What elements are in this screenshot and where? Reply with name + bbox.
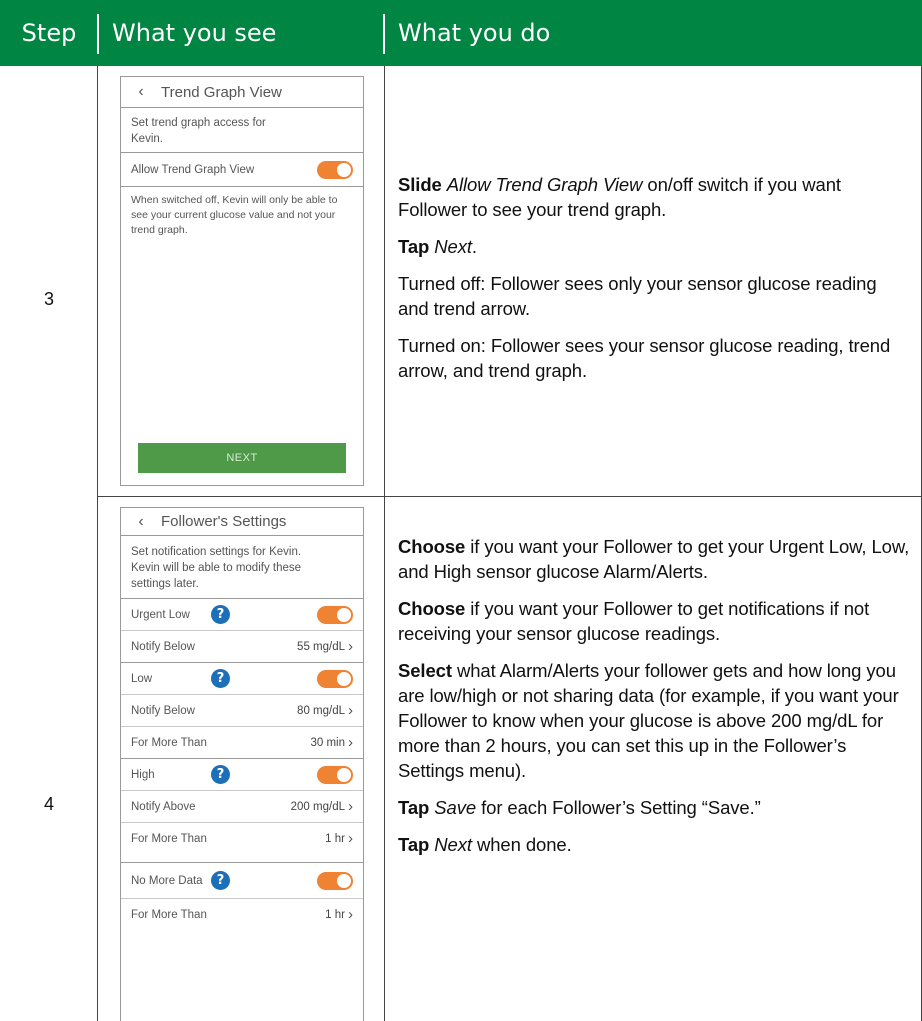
instructions-step-4: Choose if you want your Follower to get …	[398, 534, 910, 869]
toggle-switch-icon[interactable]	[317, 765, 353, 784]
row-divider	[97, 496, 922, 497]
help-icon[interactable]: ?	[211, 871, 230, 890]
step-number: 4	[43, 794, 54, 814]
notify-below-value: 80 mg/dL	[297, 704, 345, 717]
no-more-data-row[interactable]: No More Data?	[121, 862, 363, 898]
instructions-step-3: Slide Allow Trend Graph View on/off swit…	[398, 172, 910, 395]
help-icon[interactable]: ?	[211, 765, 230, 784]
urgent-low-row[interactable]: Urgent Low?	[121, 598, 363, 630]
instruction-verb: Tap	[398, 236, 430, 257]
instruction-text: .	[471, 236, 477, 257]
screen-title-bar: ‹ Follower's Settings	[121, 508, 363, 536]
column-divider	[97, 66, 98, 1021]
urgent-low-notify-row[interactable]: Notify Below 55 mg/dL ›	[121, 630, 363, 662]
instruction-verb: Select	[398, 660, 452, 681]
chevron-right-icon: ›	[348, 702, 353, 719]
high-label-group: High?	[131, 765, 230, 784]
high-notify-row[interactable]: Notify Above 200 mg/dL ›	[121, 790, 363, 822]
no-more-data-label: No More Data	[131, 874, 203, 887]
low-label-group: Low?	[131, 669, 230, 688]
toggle-label: Allow Trend Graph View	[131, 163, 255, 176]
header-divider	[97, 14, 99, 54]
for-more-than-label: For More Than	[131, 908, 207, 921]
chevron-right-icon: ›	[348, 638, 353, 655]
allow-trend-graph-row[interactable]: Allow Trend Graph View	[121, 152, 363, 186]
low-notify-row[interactable]: Notify Below 80 mg/dL ›	[121, 694, 363, 726]
high-duration-row[interactable]: For More Than 1 hr ›	[121, 822, 363, 854]
no-data-duration-row[interactable]: For More Than 1 hr ›	[121, 898, 363, 930]
screen-title: Trend Graph View	[161, 83, 282, 101]
low-label: Low	[131, 672, 153, 685]
help-icon[interactable]: ?	[211, 669, 230, 688]
instruction-verb: Tap	[398, 834, 430, 855]
for-more-than-value: 1 hr	[325, 908, 345, 921]
high-label: High	[131, 768, 155, 781]
toggle-switch-icon[interactable]	[317, 605, 353, 624]
no-more-data-label-group: No More Data?	[131, 871, 230, 890]
instruction-verb: Choose	[398, 536, 466, 557]
screen-note: When switched off, Kevin will only be ab…	[121, 186, 363, 244]
phone-screen-trend-graph: ‹ Trend Graph View Set trend graph acces…	[120, 76, 364, 486]
instruction-emphasis: Save	[434, 797, 477, 818]
chevron-right-icon: ›	[348, 734, 353, 751]
urgent-low-label-group: Urgent Low?	[131, 605, 230, 624]
for-more-than-value: 1 hr	[325, 832, 345, 845]
urgent-low-label: Urgent Low	[131, 608, 190, 621]
notify-below-label: Notify Below	[131, 704, 195, 717]
instruction-text: what Alarm/Alerts your follower gets and…	[398, 660, 899, 781]
chevron-right-icon: ›	[348, 906, 353, 923]
toggle-switch-icon[interactable]	[317, 160, 353, 179]
back-chevron-icon[interactable]: ‹	[121, 513, 161, 531]
step-number: 3	[43, 289, 54, 309]
instruction-text: Turned on: Follower sees your sensor glu…	[398, 335, 891, 381]
header-what-you-do-label: What you do	[398, 19, 551, 47]
chevron-right-icon: ›	[348, 830, 353, 847]
notify-below-label: Notify Below	[131, 640, 195, 653]
instruction-text: Turned off: Follower sees only your sens…	[398, 273, 877, 319]
instruction-emphasis: Next	[434, 834, 472, 855]
help-icon[interactable]: ?	[211, 605, 230, 624]
next-button[interactable]: NEXT	[138, 443, 346, 473]
high-row[interactable]: High?	[121, 758, 363, 790]
header-what-you-see-label: What you see	[112, 19, 277, 47]
for-more-than-value: 30 min	[310, 736, 345, 749]
screen-description: Set notification settings for Kevin. Kev…	[131, 546, 302, 590]
screen-title-bar: ‹ Trend Graph View	[121, 77, 363, 108]
toggle-switch-icon[interactable]	[317, 871, 353, 890]
instruction-verb: Choose	[398, 598, 466, 619]
notify-above-value: 200 mg/dL	[290, 800, 345, 813]
instruction-verb: Slide	[398, 174, 442, 195]
low-duration-row[interactable]: For More Than 30 min ›	[121, 726, 363, 758]
instruction-table: Step What you see What you do 3 ‹ Trend …	[0, 0, 922, 1021]
header-step: Step	[0, 0, 98, 66]
instruction-emphasis: Allow Trend Graph View	[446, 174, 643, 195]
instruction-text: for each Follower’s Setting “Save.”	[481, 797, 761, 818]
toggle-switch-icon[interactable]	[317, 669, 353, 688]
phone-screen-follower-settings: ‹ Follower's Settings Set notification s…	[120, 507, 364, 1021]
column-divider	[384, 66, 385, 1021]
instruction-emphasis: Next	[434, 236, 472, 257]
screen-description: Set trend graph access for Kevin.	[131, 117, 266, 145]
notify-below-value: 55 mg/dL	[297, 640, 345, 653]
header-divider	[383, 14, 385, 54]
chevron-right-icon: ›	[348, 798, 353, 815]
header-step-label: Step	[21, 19, 77, 47]
instruction-text: when done.	[476, 834, 572, 855]
for-more-than-label: For More Than	[131, 736, 207, 749]
screen-title: Follower's Settings	[161, 513, 287, 530]
header-what-you-see: What you see	[98, 0, 384, 66]
header-what-you-do: What you do	[384, 0, 922, 66]
for-more-than-label: For More Than	[131, 832, 207, 845]
low-row[interactable]: Low?	[121, 662, 363, 694]
instruction-verb: Tap	[398, 797, 430, 818]
back-chevron-icon[interactable]: ‹	[121, 83, 161, 101]
instruction-text: if you want your Follower to get notific…	[398, 598, 870, 644]
notify-above-label: Notify Above	[131, 800, 196, 813]
instruction-text: if you want your Follower to get your Ur…	[398, 536, 910, 582]
